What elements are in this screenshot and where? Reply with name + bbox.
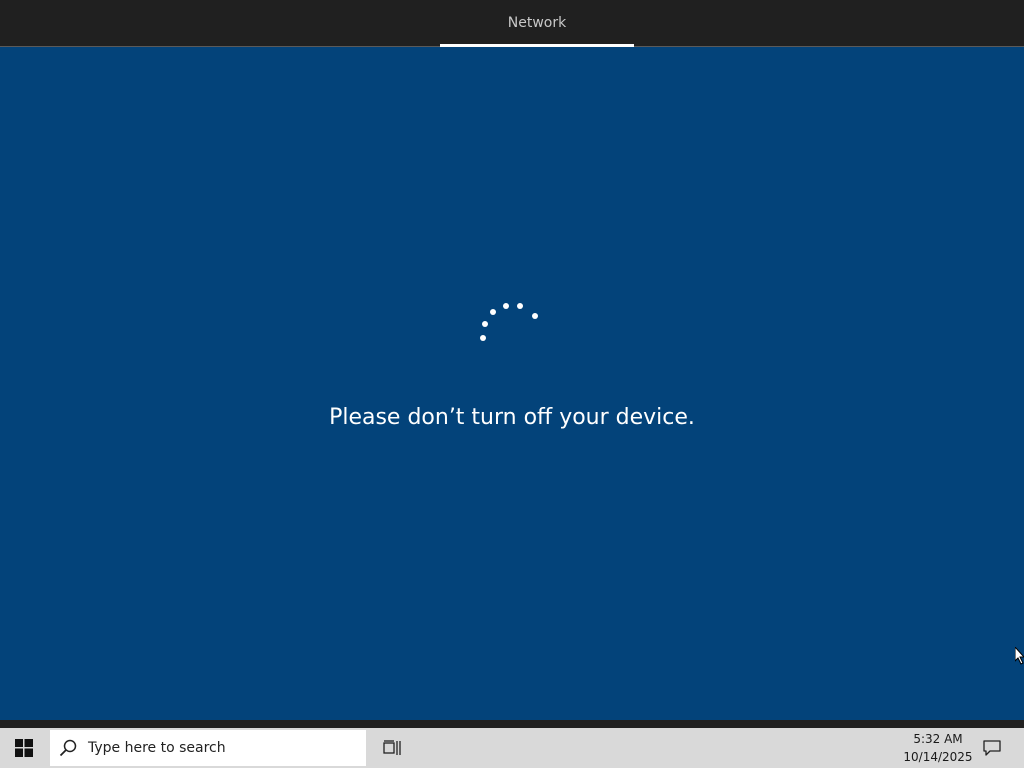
system-clock[interactable]: 5:32 AM 10/14/2025 — [900, 729, 976, 767]
setup-main-area: Please don’t turn off your device. — [0, 47, 1024, 720]
tab-network: Network — [440, 0, 634, 46]
task-view-icon — [383, 740, 401, 755]
task-view-button[interactable] — [372, 728, 412, 768]
taskbar: Type here to search 5:32 AM 10/14/2025 — [0, 728, 1024, 768]
oobe-top-bar: Network — [0, 0, 1024, 47]
action-center-icon — [983, 740, 1001, 756]
spinner-dot — [503, 303, 509, 309]
search-icon — [59, 739, 77, 757]
spinner-dot — [490, 309, 496, 315]
progress-ring-icon — [0, 47, 1024, 720]
spinner-dot — [517, 303, 523, 309]
start-button[interactable] — [0, 728, 48, 768]
mouse-cursor-icon — [1015, 647, 1024, 665]
taskbar-top-strip — [0, 720, 1024, 728]
windows-logo-icon — [15, 739, 33, 757]
clock-time: 5:32 AM — [913, 732, 963, 746]
spinner-dot — [482, 321, 488, 327]
status-message: Please don’t turn off your device. — [329, 405, 695, 430]
tab-network-label: Network — [507, 15, 567, 31]
search-placeholder: Type here to search — [88, 740, 226, 756]
clock-date: 10/14/2025 — [903, 750, 973, 764]
action-center-button[interactable] — [976, 728, 1008, 768]
spinner-dot — [532, 313, 538, 319]
spinner-dot — [480, 335, 486, 341]
search-box[interactable]: Type here to search — [50, 730, 366, 766]
